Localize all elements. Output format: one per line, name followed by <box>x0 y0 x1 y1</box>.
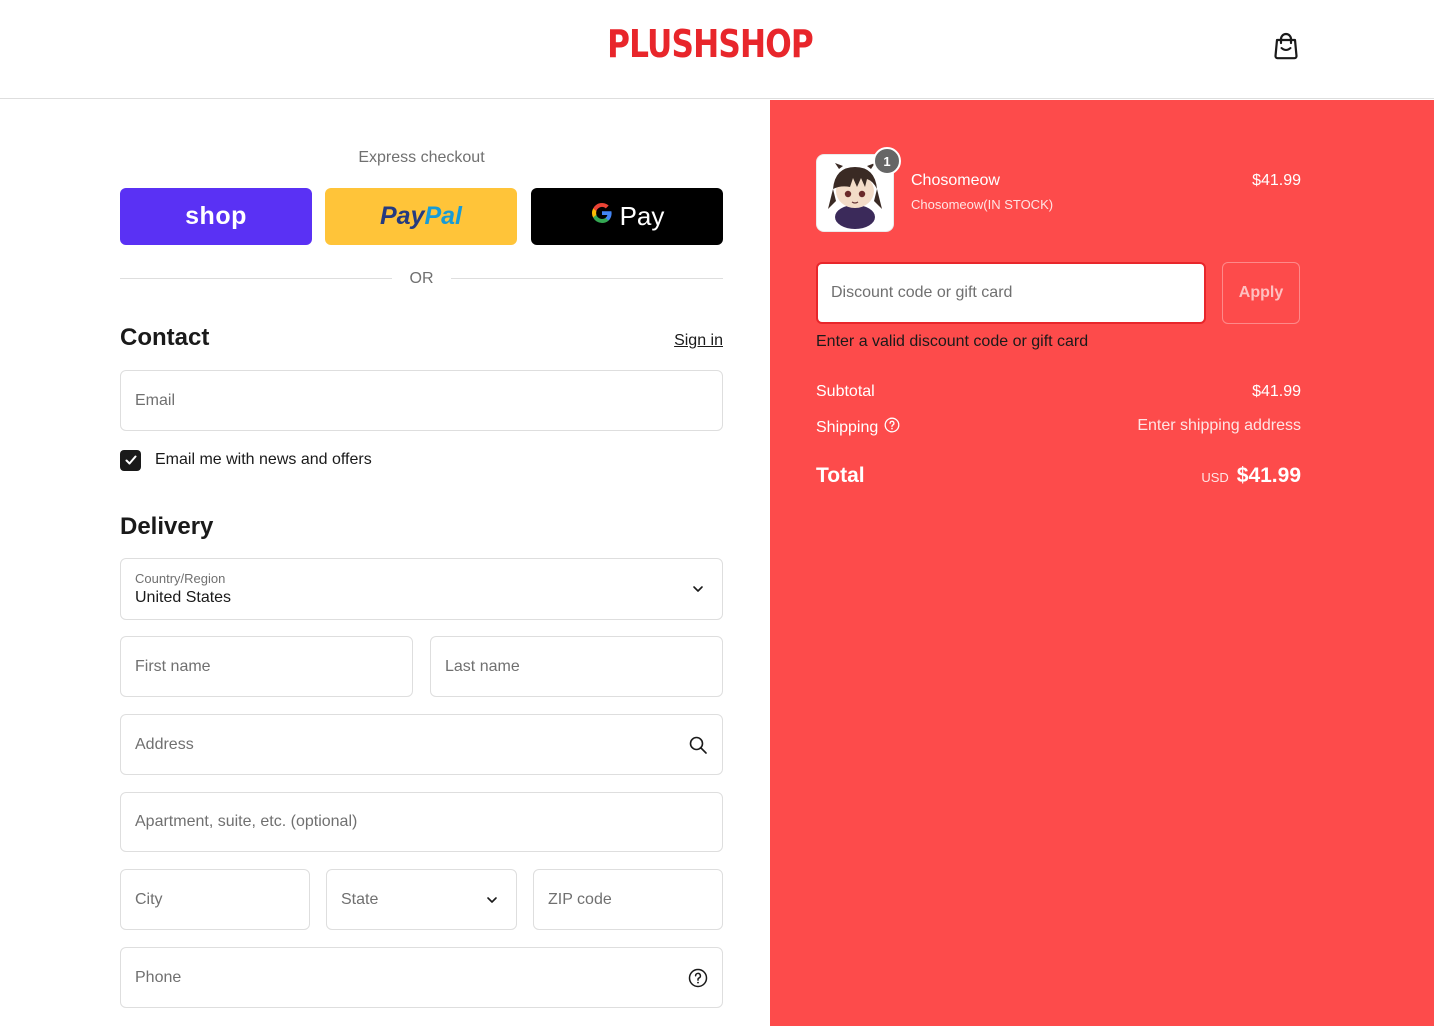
last-name-field[interactable]: Last name <box>430 636 723 697</box>
shipping-value: Enter shipping address <box>1137 417 1301 434</box>
first-name-placeholder: First name <box>135 658 211 675</box>
chevron-down-icon <box>688 579 708 599</box>
paypal-button[interactable]: Pay Pal <box>325 188 517 245</box>
paypal-label-pal: Pal <box>424 202 462 230</box>
email-field[interactable]: Email <box>120 370 723 431</box>
help-circle-icon[interactable] <box>884 417 900 438</box>
discount-code-field[interactable]: Discount code or gift card <box>816 262 1206 324</box>
state-placeholder: State <box>341 891 379 908</box>
country-value: United States <box>135 589 232 606</box>
subtotal-label: Subtotal <box>816 383 875 400</box>
total-value: $41.99 <box>1236 464 1301 487</box>
google-pay-label: Pay <box>619 201 665 231</box>
address-placeholder: Address <box>135 736 194 753</box>
zip-code-field[interactable]: ZIP code <box>533 869 723 930</box>
country-select[interactable]: Country/Region United States <box>120 558 723 620</box>
search-icon[interactable] <box>688 735 708 755</box>
or-label: OR <box>409 270 434 287</box>
newsletter-option[interactable]: Email me with news and offers <box>120 449 372 471</box>
checkout-form: Express checkout shop Pay Pal Pay OR Cont… <box>0 100 770 1026</box>
sign-in-link[interactable]: Sign in <box>600 332 723 350</box>
shop-pay-label: shop <box>185 202 247 230</box>
city-placeholder: City <box>135 891 163 908</box>
email-placeholder: Email <box>135 392 176 409</box>
city-field[interactable]: City <box>120 869 310 930</box>
product-price: $41.99 <box>1252 172 1301 189</box>
newsletter-checkbox[interactable] <box>120 449 141 471</box>
phone-placeholder: Phone <box>135 969 182 986</box>
delivery-title: Delivery <box>120 513 214 540</box>
first-name-field[interactable]: First name <box>120 636 413 697</box>
currency-code: USD <box>1201 470 1229 485</box>
discount-error-message: Enter a valid discount code or gift card <box>816 333 1089 350</box>
product-name: Chosomeow <box>911 172 1000 189</box>
quantity-badge: 1 <box>873 147 901 175</box>
help-circle-icon[interactable] <box>688 968 708 988</box>
shop-pay-button[interactable]: shop <box>120 188 312 245</box>
paypal-label-pay: Pay <box>379 202 425 230</box>
chevron-down-icon <box>482 890 502 910</box>
divider-line-right <box>451 278 723 279</box>
zip-code-placeholder: ZIP code <box>548 891 612 908</box>
product-variant: Chosomeow(IN STOCK) <box>911 197 1054 212</box>
total-label: Total <box>816 464 865 487</box>
or-divider: OR <box>120 268 723 290</box>
google-g-icon <box>590 201 614 232</box>
total-amount: USD $41.99 <box>1201 464 1301 488</box>
country-label: Country/Region <box>135 571 226 586</box>
phone-field[interactable]: Phone <box>120 947 723 1008</box>
express-checkout-title: Express checkout <box>358 149 485 166</box>
apply-discount-button[interactable]: Apply <box>1222 262 1300 324</box>
apartment-placeholder: Apartment, suite, etc. (optional) <box>135 813 358 830</box>
order-summary: 1 Chosomeow Chosomeow(IN STOCK) $41.99 D… <box>770 100 1434 1026</box>
shipping-label: Shipping <box>816 418 879 436</box>
newsletter-label: Email me with news and offers <box>155 451 372 468</box>
google-pay-button[interactable]: Pay <box>531 188 723 245</box>
discount-placeholder: Discount code or gift card <box>831 284 1013 301</box>
subtotal-value: $41.99 <box>1252 383 1301 400</box>
store-logo[interactable]: PLUSHSHOP <box>607 22 814 66</box>
shopping-bag-icon[interactable] <box>1272 30 1300 60</box>
page-header: PLUSHSHOP <box>0 0 1434 99</box>
address-field[interactable]: Address <box>120 714 723 775</box>
state-select[interactable]: State <box>326 869 517 930</box>
contact-title: Contact <box>120 324 210 351</box>
apartment-field[interactable]: Apartment, suite, etc. (optional) <box>120 792 723 852</box>
last-name-placeholder: Last name <box>445 658 520 675</box>
shipping-row-label: Shipping <box>816 417 900 438</box>
checkmark-icon <box>125 455 136 465</box>
